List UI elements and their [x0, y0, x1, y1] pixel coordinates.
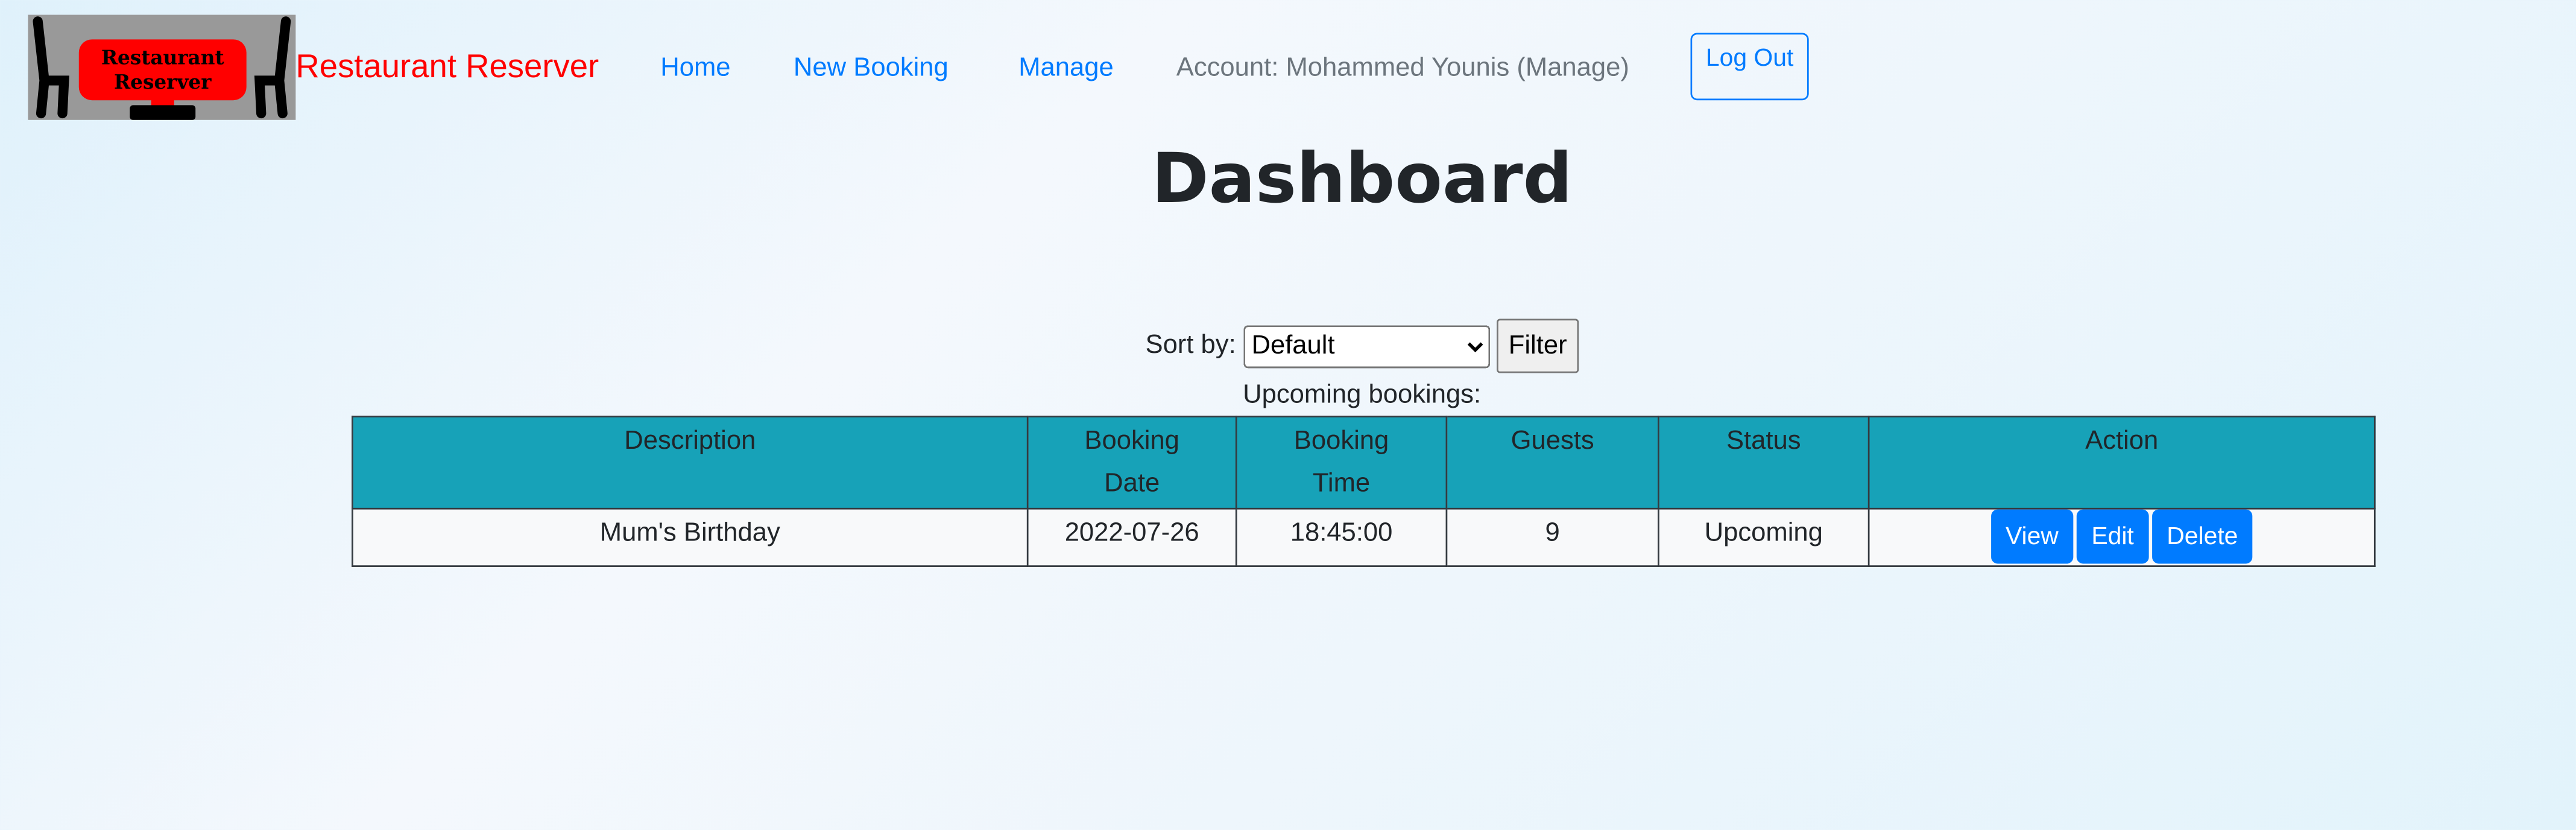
- restaurant-reserver-logo[interactable]: Restaurant Reserver: [28, 14, 296, 120]
- header-guests: Guests: [1445, 416, 1659, 510]
- edit-button[interactable]: Edit: [2076, 509, 2149, 564]
- sort-select[interactable]: Default: [1243, 325, 1490, 367]
- bookings-table: Description Booking Date Booking Time Gu…: [352, 416, 2376, 567]
- table-row: Mum's Birthday 2022-07-26 18:45:00 9 Upc…: [352, 507, 2376, 567]
- cell-time: 18:45:00: [1235, 507, 1448, 567]
- svg-text:Restaurant: Restaurant: [101, 45, 224, 69]
- page-title: Dashboard: [1151, 138, 1573, 219]
- cell-date: 2022-07-26: [1026, 507, 1237, 567]
- nav-new-booking[interactable]: New Booking: [794, 54, 949, 84]
- delete-button[interactable]: Delete: [2151, 509, 2253, 564]
- svg-text:Reserver: Reserver: [114, 70, 212, 93]
- header-booking-time: Booking Time: [1235, 416, 1448, 510]
- cell-status: Upcoming: [1658, 507, 1870, 567]
- cell-guests: 9: [1445, 507, 1659, 567]
- cell-actions: View Edit Delete: [1867, 507, 2376, 567]
- header-action: Action: [1867, 416, 2376, 510]
- header-description: Description: [352, 416, 1029, 510]
- logout-button[interactable]: Log Out: [1690, 33, 1809, 101]
- header-booking-date: Booking Date: [1026, 416, 1237, 510]
- sort-label: Sort by:: [1145, 331, 1236, 360]
- brand-link[interactable]: Restaurant Reserver: [295, 49, 599, 87]
- sort-form: Sort by: Default Filter: [0, 318, 2576, 373]
- cell-description: Mum's Birthday: [352, 507, 1029, 567]
- nav-account[interactable]: Account: Mohammed Younis (Manage): [1176, 54, 1629, 84]
- header-status: Status: [1658, 416, 1870, 510]
- filter-button[interactable]: Filter: [1497, 318, 1579, 373]
- nav-home[interactable]: Home: [660, 54, 730, 84]
- table-caption: Upcoming bookings:: [1243, 381, 1482, 410]
- nav-manage[interactable]: Manage: [1018, 54, 1114, 84]
- table-header-row: Description Booking Date Booking Time Gu…: [352, 416, 2376, 510]
- view-button[interactable]: View: [1990, 509, 2074, 564]
